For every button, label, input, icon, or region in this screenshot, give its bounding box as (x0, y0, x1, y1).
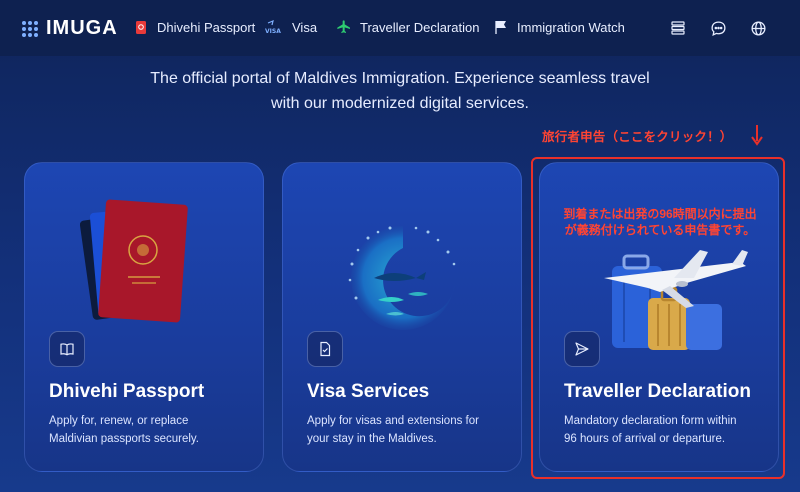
annotation-note-line: 到着または出発の96時間以内に提出 (563, 207, 757, 221)
flag-icon (493, 19, 509, 35)
passport-icon (133, 19, 149, 35)
hero-line-2: with our modernized digital services. (271, 95, 529, 112)
brand-name: IMUGA (46, 17, 118, 39)
hero-tagline: The official portal of Maldives Immigrat… (0, 66, 800, 116)
card-desc-line: Maldivian passports securely. (49, 433, 199, 445)
nav-label: Immigration Watch (517, 19, 625, 35)
document-check-icon (307, 331, 343, 367)
visa-icon: VISA (264, 19, 284, 35)
card-desc-line: Apply for visas and extensions for (307, 415, 479, 427)
svg-text:VISA: VISA (265, 28, 281, 35)
card-title: Dhivehi Passport (49, 381, 205, 402)
annotation-note-line: が義務付けられている申告書です。 (564, 223, 756, 237)
nav-label: Visa (292, 19, 318, 35)
card-desc-line: Apply for, renew, or replace (49, 415, 189, 427)
card-title: Visa Services (307, 381, 430, 402)
annotation-label: 旅行者申告（ここをクリック！） (542, 130, 733, 144)
passport-illustration (79, 188, 230, 333)
card-description: Apply for visas and extensions for your … (307, 412, 507, 448)
card-visa-services[interactable]: Visa Services Apply for visas and extens… (282, 162, 522, 472)
book-open-icon (49, 331, 85, 367)
card-description: Apply for, renew, or replace Maldivian p… (49, 412, 249, 448)
globe-icon[interactable] (748, 18, 768, 38)
marine-swirl-illustration (338, 218, 468, 343)
nav-traveller-declaration[interactable]: Traveller Declaration (336, 19, 479, 35)
top-navbar: IMUGA Dhivehi Passport VISA Visa Travell… (0, 0, 800, 56)
nav-dhivehi-passport[interactable]: Dhivehi Passport (133, 19, 255, 35)
chat-icon[interactable] (708, 18, 728, 38)
nav-label: Dhivehi Passport (157, 19, 256, 35)
card-dhivehi-passport[interactable]: Dhivehi Passport Apply for, renew, or re… (24, 162, 264, 472)
card-desc-line: your stay in the Maldives. (307, 433, 437, 445)
server-icon[interactable] (668, 18, 688, 38)
nav-label: Traveller Declaration (360, 19, 480, 35)
nav-immigration-watch[interactable]: Immigration Watch (493, 19, 625, 35)
annotation-note: 到着または出発の96時間以内に提出 が義務付けられている申告書です。 (550, 206, 770, 238)
hero-line-1: The official portal of Maldives Immigrat… (150, 70, 650, 87)
brand-logo[interactable]: IMUGA (22, 17, 118, 40)
arrow-down-icon (750, 124, 764, 151)
logo-dots-icon (22, 20, 38, 37)
plane-icon (336, 19, 352, 35)
nav-visa[interactable]: VISA Visa (264, 19, 318, 36)
